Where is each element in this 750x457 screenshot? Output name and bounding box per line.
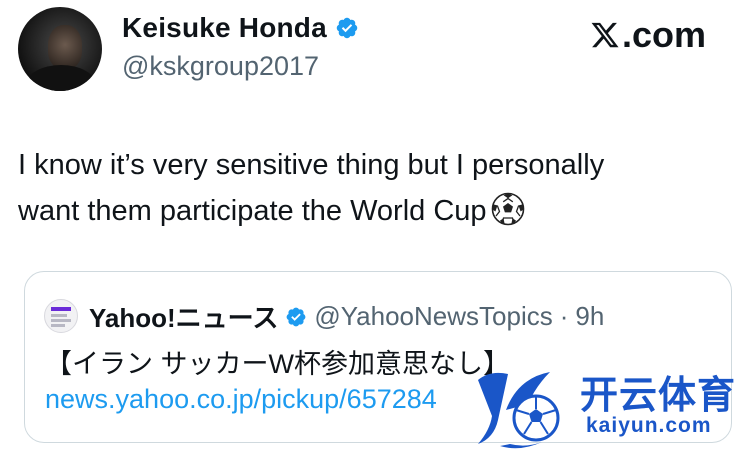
watermark-subtitle: kaiyun.com	[586, 414, 712, 437]
soccer-ball-icon	[491, 192, 524, 226]
quoted-tweet-text: 【イラン サッカーW杯参加意思なし】	[45, 349, 510, 379]
author-handle[interactable]: @kskgroup2017	[122, 51, 319, 82]
author-display-name[interactable]: Keisuke Honda	[122, 12, 327, 44]
yahoo-logo-bar	[51, 307, 71, 311]
tweet-text: I know it’s very sensitive thing but I p…	[18, 142, 718, 234]
author-avatar[interactable]	[18, 7, 102, 91]
watermark-title: 开云体育	[580, 373, 737, 417]
verified-badge-icon	[336, 17, 358, 39]
quoted-author-avatar[interactable]	[44, 299, 78, 333]
tweet-text-line-2-text: want them participate the World Cup	[18, 195, 487, 227]
yahoo-logo-line	[51, 324, 65, 327]
quoted-tweet-link[interactable]: news.yahoo.co.jp/pickup/657284	[45, 384, 437, 415]
tweet-text-line-2: want them participate the World Cup	[18, 188, 718, 234]
x-logo-icon	[591, 22, 619, 48]
tweet-screenshot: Keisuke Honda @kskgroup2017 .com I know …	[0, 0, 750, 457]
verified-badge-icon	[286, 307, 306, 326]
avatar-shoulders	[26, 65, 96, 91]
kaiyun-logo-icon	[478, 372, 560, 449]
yahoo-logo-line	[51, 319, 71, 322]
quoted-author-display-name[interactable]: Yahoo!ニュース	[89, 298, 278, 335]
quoted-author-handle[interactable]: @YahooNewsTopics	[314, 301, 552, 332]
quoted-tweet-time[interactable]: 9h	[575, 301, 604, 332]
tweet-text-line-1: I know it’s very sensitive thing but I p…	[18, 149, 605, 181]
separator-dot: ·	[559, 301, 569, 331]
watermark: 开云体育 kaiyun.com	[470, 360, 740, 455]
yahoo-logo-line	[51, 314, 67, 317]
avatar-face	[48, 25, 82, 69]
author-name-row: Keisuke Honda	[122, 12, 359, 44]
site-label: .com	[590, 14, 706, 56]
quoted-tweet-header: Yahoo!ニュース @YahooNewsTopics · 9h	[89, 298, 604, 335]
site-label-text: .com	[621, 14, 706, 55]
